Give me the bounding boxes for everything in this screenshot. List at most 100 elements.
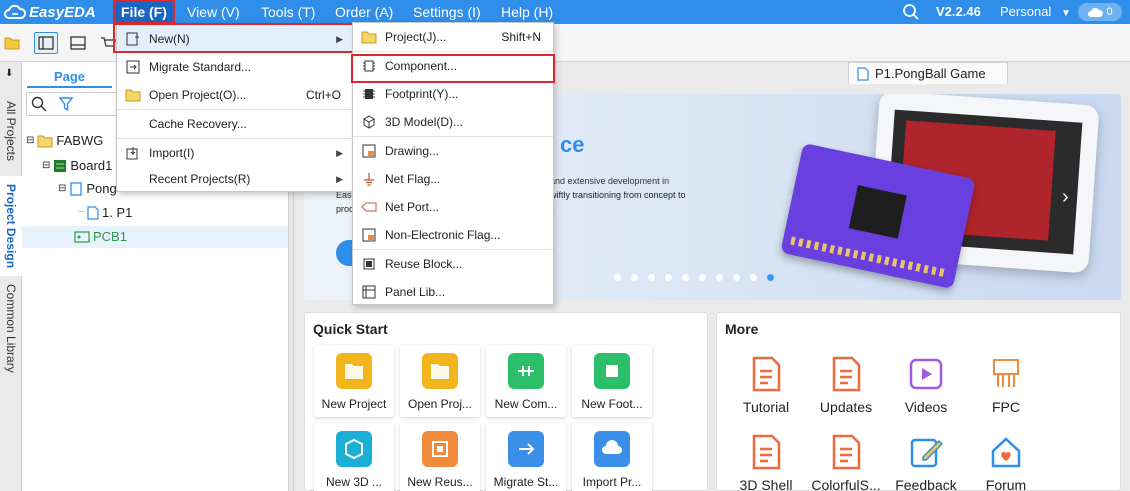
- quick-start-item[interactable]: Open Proj...: [400, 345, 480, 417]
- document-tab[interactable]: P1.PongBall Game: [848, 62, 1008, 84]
- menu-item-project-j[interactable]: Project(J)... Shift+N: [353, 23, 553, 51]
- next-slide-icon[interactable]: ›: [1062, 186, 1069, 209]
- tab-common-library[interactable]: Common Library: [0, 276, 22, 380]
- tab-all-projects[interactable]: All Projects: [0, 86, 22, 176]
- menu-item-drawing[interactable]: Drawing...: [353, 137, 553, 165]
- carousel-dot[interactable]: [682, 274, 689, 281]
- toggle-left-panel-icon[interactable]: [34, 32, 58, 54]
- menu-item-open-project[interactable]: Open Project(O)... Ctrl+O: [117, 81, 353, 109]
- more-item[interactable]: Videos: [886, 353, 966, 425]
- 3d-model-icon: [361, 114, 377, 130]
- menu-item-migrate-standard[interactable]: Migrate Standard...: [117, 53, 353, 81]
- more-item[interactable]: ColorfulS...: [806, 431, 886, 491]
- tab-page[interactable]: Page: [27, 66, 112, 88]
- menu-item-3d-model-d[interactable]: 3D Model(D)...: [353, 108, 553, 136]
- pcb-icon: [74, 231, 90, 243]
- folder-icon: [361, 29, 377, 45]
- filter-icon[interactable]: [58, 96, 74, 115]
- more-item-icon: [908, 433, 944, 471]
- search-icon[interactable]: [31, 96, 47, 115]
- tree-item-label: Pong: [86, 181, 117, 196]
- menu-item-footprint-y[interactable]: Footprint(Y)...: [353, 80, 553, 108]
- menu-order[interactable]: Order (A): [329, 0, 399, 24]
- carousel-dot[interactable]: [614, 274, 621, 281]
- cloud-sync-button[interactable]: 0: [1078, 3, 1122, 21]
- more-item[interactable]: Tutorial: [726, 353, 806, 425]
- menu-item-label: Non-Electronic Flag...: [385, 228, 501, 242]
- schematic-icon: [70, 182, 83, 196]
- quick-start-item[interactable]: Migrate St...: [486, 423, 566, 491]
- menu-view[interactable]: View (V): [181, 0, 246, 24]
- menu-item-label: 3D Model(D)...: [385, 115, 464, 129]
- menu-item-label: New(N): [149, 32, 190, 46]
- menu-item-import[interactable]: Import(I) ▶: [117, 139, 353, 167]
- menu-item-cache-recovery[interactable]: Cache Recovery...: [117, 110, 353, 138]
- tree-item-fabwg[interactable]: ⊟ FABWG: [26, 130, 103, 152]
- tree-item-pcb1[interactable]: PCB1: [22, 226, 288, 248]
- tab-project-design[interactable]: Project Design: [0, 176, 22, 276]
- quick-start-item[interactable]: New Com...: [486, 345, 566, 417]
- quick-start-label: Migrate St...: [493, 475, 559, 489]
- more-card: More Tutorial Updates Videos FPC 3D Shell Col…: [716, 312, 1121, 491]
- folder-icon[interactable]: [0, 32, 24, 54]
- cloud-logo-icon: [4, 4, 26, 19]
- component-icon: [361, 58, 377, 74]
- collapse-icon[interactable]: ⊟: [42, 155, 50, 177]
- menu-file[interactable]: File (F): [113, 0, 175, 24]
- account-dropdown[interactable]: Personal ▼: [1000, 0, 1071, 24]
- quick-start-item[interactable]: New Foot...: [572, 345, 652, 417]
- quick-start-icon: [336, 353, 372, 389]
- page-icon: [857, 66, 869, 81]
- quick-start-label: New 3D ...: [325, 475, 382, 489]
- carousel-dot[interactable]: [733, 274, 740, 281]
- quick-start-item[interactable]: Import Pr...: [572, 423, 652, 491]
- more-item[interactable]: Updates: [806, 353, 886, 425]
- menu-item-component[interactable]: Component...: [353, 52, 553, 80]
- toggle-bottom-panel-icon[interactable]: [66, 32, 90, 54]
- menu-item-non-electronic-flag[interactable]: Non-Electronic Flag...: [353, 221, 553, 249]
- more-item[interactable]: 3D Shell: [726, 431, 806, 491]
- menu-item-shortcut: Shift+N: [501, 30, 541, 44]
- menu-item-net-flag[interactable]: Net Flag...: [353, 165, 553, 193]
- menu-tools[interactable]: Tools (T): [255, 0, 321, 24]
- carousel-dots: [614, 274, 774, 281]
- carousel-dot[interactable]: [767, 274, 774, 281]
- menu-item-label: Cache Recovery...: [149, 117, 247, 131]
- menu-item-label: Open Project(O)...: [149, 88, 247, 102]
- quick-start-label: New Project: [321, 397, 387, 411]
- caret-down-icon: ▼: [1060, 8, 1071, 19]
- quick-start-icon: [422, 353, 458, 389]
- collapse-icon[interactable]: ⊟: [58, 178, 66, 200]
- more-item[interactable]: Feedback: [886, 431, 966, 491]
- migrate-icon: [125, 59, 141, 75]
- quick-start-item[interactable]: New Reus...: [400, 423, 480, 491]
- carousel-dot[interactable]: [665, 274, 672, 281]
- tree-item-board1[interactable]: ⊟ Board1: [42, 155, 112, 177]
- quick-start-item[interactable]: New 3D ...: [314, 423, 394, 491]
- menu-item-net-port[interactable]: Net Port...: [353, 193, 553, 221]
- quick-start-card: Quick Start New Project Open Proj... New C…: [304, 312, 708, 491]
- quick-start-label: New Foot...: [581, 397, 643, 411]
- more-item[interactable]: Forum: [966, 431, 1046, 491]
- carousel-dot[interactable]: [716, 274, 723, 281]
- more-item-label: Updates: [819, 399, 873, 415]
- search-icon[interactable]: [902, 0, 920, 24]
- menu-item-new[interactable]: New(N) ▶: [117, 25, 353, 53]
- menu-item-panel-lib[interactable]: Panel Lib...: [353, 278, 553, 306]
- submenu-arrow-icon: ▶: [336, 147, 343, 158]
- menu-item-recent-projects[interactable]: Recent Projects(R) ▶: [117, 165, 353, 193]
- carousel-dot[interactable]: [648, 274, 655, 281]
- menu-settings[interactable]: Settings (I): [407, 0, 487, 24]
- tree-item-page-p1[interactable]: ┈ 1. P1: [78, 202, 132, 224]
- more-item[interactable]: FPC: [966, 353, 1046, 425]
- pin-icon[interactable]: ⬇: [5, 68, 13, 79]
- tree-item-pong[interactable]: ⊟ Pong: [58, 178, 117, 200]
- carousel-dot[interactable]: [631, 274, 638, 281]
- carousel-dot[interactable]: [699, 274, 706, 281]
- menu-help[interactable]: Help (H): [495, 0, 559, 24]
- menu-item-reuse-block[interactable]: Reuse Block...: [353, 250, 553, 278]
- quick-start-item[interactable]: New Project: [314, 345, 394, 417]
- collapse-icon[interactable]: ⊟: [26, 130, 34, 152]
- carousel-dot[interactable]: [750, 274, 757, 281]
